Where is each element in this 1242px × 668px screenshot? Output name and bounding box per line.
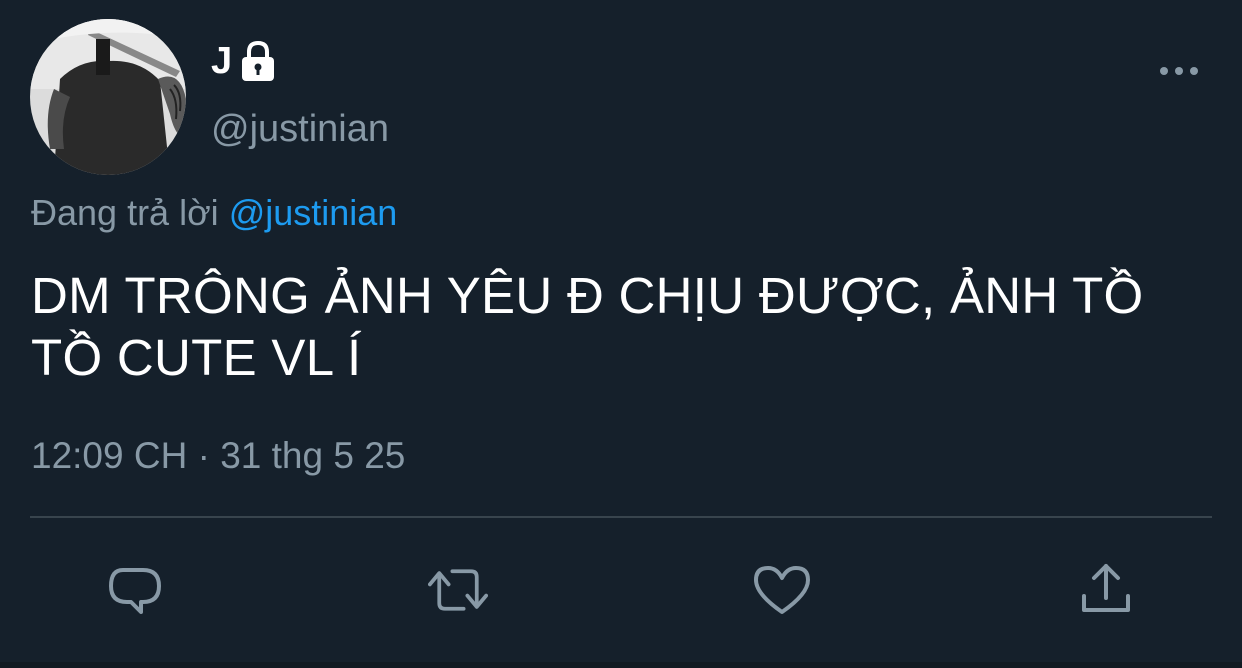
divider: [30, 516, 1212, 518]
tweet-timestamp[interactable]: 12:09 CH · 31 thg 5 25: [31, 433, 405, 479]
like-button[interactable]: [752, 560, 812, 620]
display-name-row: J: [211, 38, 280, 84]
comment-icon: [109, 568, 161, 614]
share-button[interactable]: [1076, 560, 1136, 620]
avatar[interactable]: [30, 19, 186, 175]
avatar-photo: [30, 19, 186, 175]
bottom-border: [0, 662, 1242, 668]
user-handle[interactable]: @justinian: [211, 106, 389, 152]
tweet-text: DM TRÔNG ẢNH YÊU Đ CHỊU ĐƯỢC, ẢNH TỒ TỒ …: [31, 267, 1144, 386]
reply-mention-link[interactable]: @justinian: [229, 192, 398, 233]
retweet-button[interactable]: [428, 560, 488, 620]
more-options-button[interactable]: [1156, 56, 1202, 86]
reply-context: Đang trả lời @justinian: [31, 190, 397, 236]
reply-context-prefix: Đang trả lời: [31, 192, 219, 233]
tweet-detail: J @justinian Đang trả lời @justinian DM …: [0, 0, 1242, 668]
share-icon: [1082, 564, 1130, 612]
retweet-icon: [428, 569, 488, 611]
more-dots-icon: [1160, 67, 1198, 75]
lock-icon: [236, 38, 280, 84]
heart-icon: [754, 566, 810, 614]
reply-button[interactable]: [105, 560, 165, 620]
display-name[interactable]: J: [211, 38, 232, 84]
